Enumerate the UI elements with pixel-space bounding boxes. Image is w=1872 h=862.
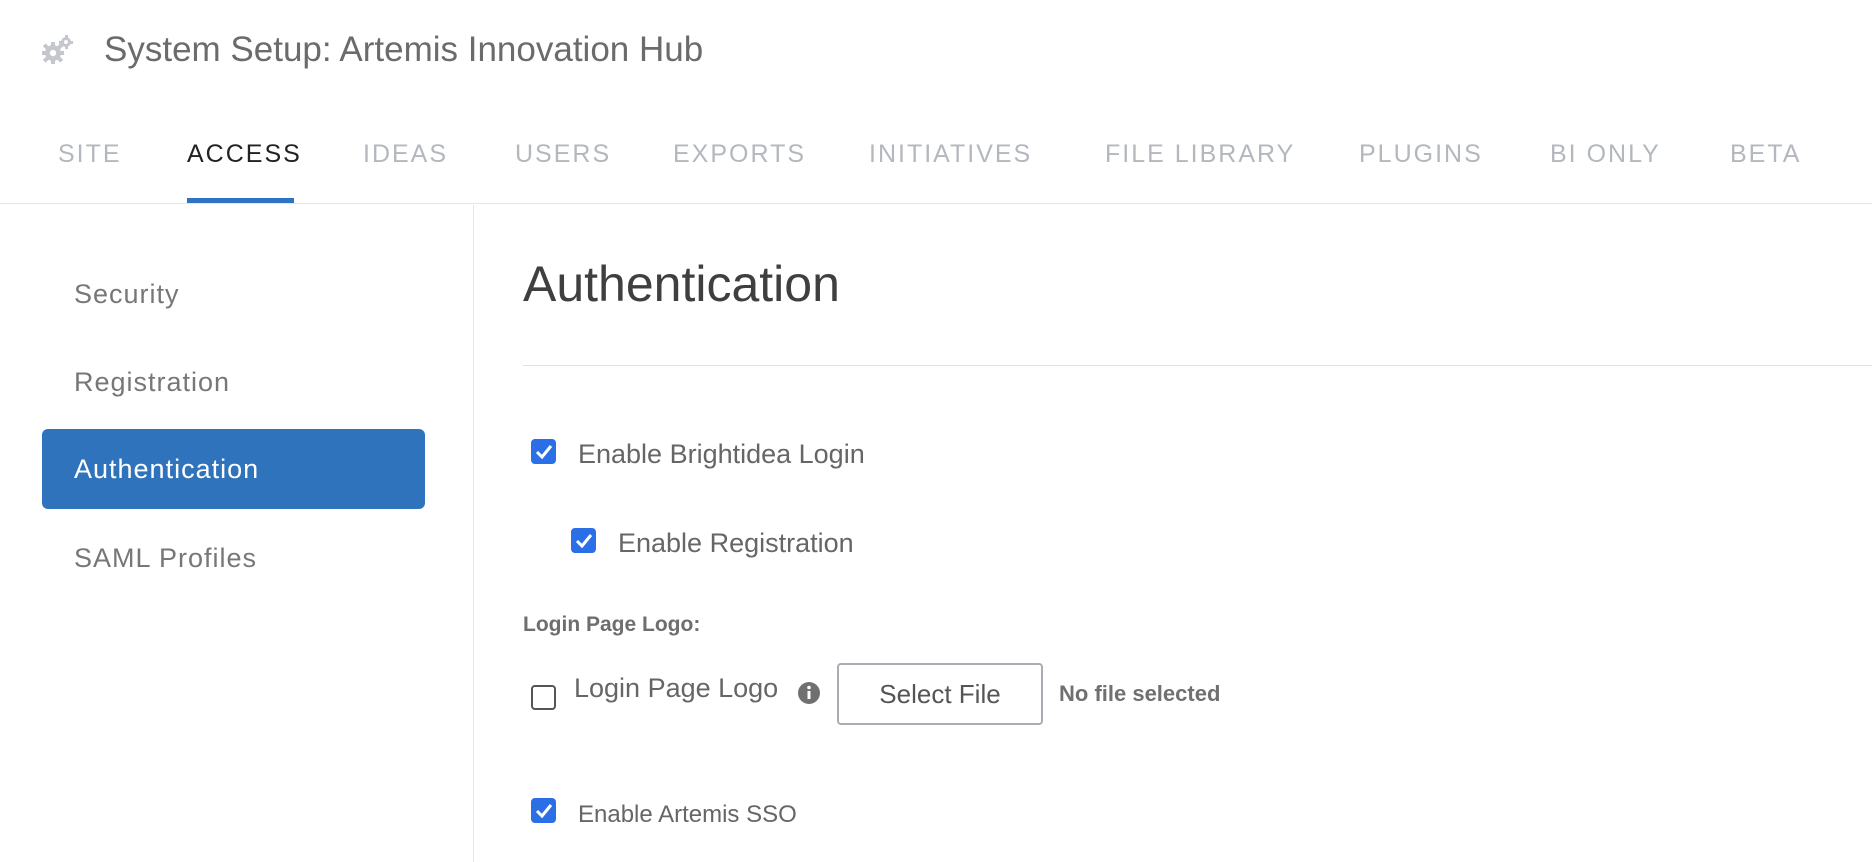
sidebar-item-saml-profiles[interactable]: SAML Profiles: [42, 518, 425, 598]
logo-heading: Login Page Logo:: [523, 613, 701, 636]
tab-site[interactable]: SITE: [58, 140, 122, 169]
tab-initiatives[interactable]: INITIATIVES: [869, 140, 1032, 169]
sidebar-item-authentication[interactable]: Authentication: [42, 429, 425, 509]
checkmark-icon: [535, 804, 553, 819]
page-title: System Setup: Artemis Innovation Hub: [104, 30, 704, 69]
tab-ideas[interactable]: IDEAS: [363, 140, 448, 169]
select-file-button[interactable]: Select File: [837, 663, 1043, 725]
enable-sso-label: Enable Artemis SSO: [578, 801, 797, 828]
page-header: System Setup: Artemis Innovation Hub: [0, 0, 1872, 104]
tab-access[interactable]: ACCESS: [187, 140, 302, 169]
gear-icon: [42, 35, 73, 64]
section-title: Authentication: [523, 256, 840, 312]
enable-registration-label: Enable Registration: [618, 528, 854, 558]
tab-bi-only[interactable]: BI ONLY: [1550, 140, 1661, 169]
active-tab-indicator: [187, 198, 294, 203]
sidebar: Security Registration Authentication SAM…: [0, 205, 474, 862]
main-content: Authentication Enable Brightidea Login E…: [475, 205, 1872, 862]
logo-label: Login Page Logo: [574, 673, 779, 703]
enable-login-label: Enable Brightidea Login: [578, 439, 865, 469]
checkmark-icon: [535, 445, 553, 460]
tab-file-library[interactable]: FILE LIBRARY: [1105, 140, 1295, 169]
enable-sso-checkbox[interactable]: [531, 798, 556, 823]
enable-registration-checkbox[interactable]: [571, 528, 596, 553]
tab-users[interactable]: USERS: [515, 140, 611, 169]
sidebar-item-registration[interactable]: Registration: [42, 342, 425, 422]
logo-checkbox[interactable]: [531, 685, 556, 710]
divider: [523, 365, 1872, 366]
info-icon[interactable]: [797, 681, 821, 705]
sidebar-item-security[interactable]: Security: [42, 254, 425, 334]
tab-beta[interactable]: BETA: [1730, 140, 1801, 169]
tab-plugins[interactable]: PLUGINS: [1359, 140, 1483, 169]
checkmark-icon: [575, 534, 593, 549]
tab-exports[interactable]: EXPORTS: [673, 140, 806, 169]
tab-bar: SITE ACCESS IDEAS USERS EXPORTS INITIATI…: [0, 104, 1872, 204]
file-status: No file selected: [1059, 681, 1221, 706]
enable-login-checkbox[interactable]: [531, 439, 556, 464]
